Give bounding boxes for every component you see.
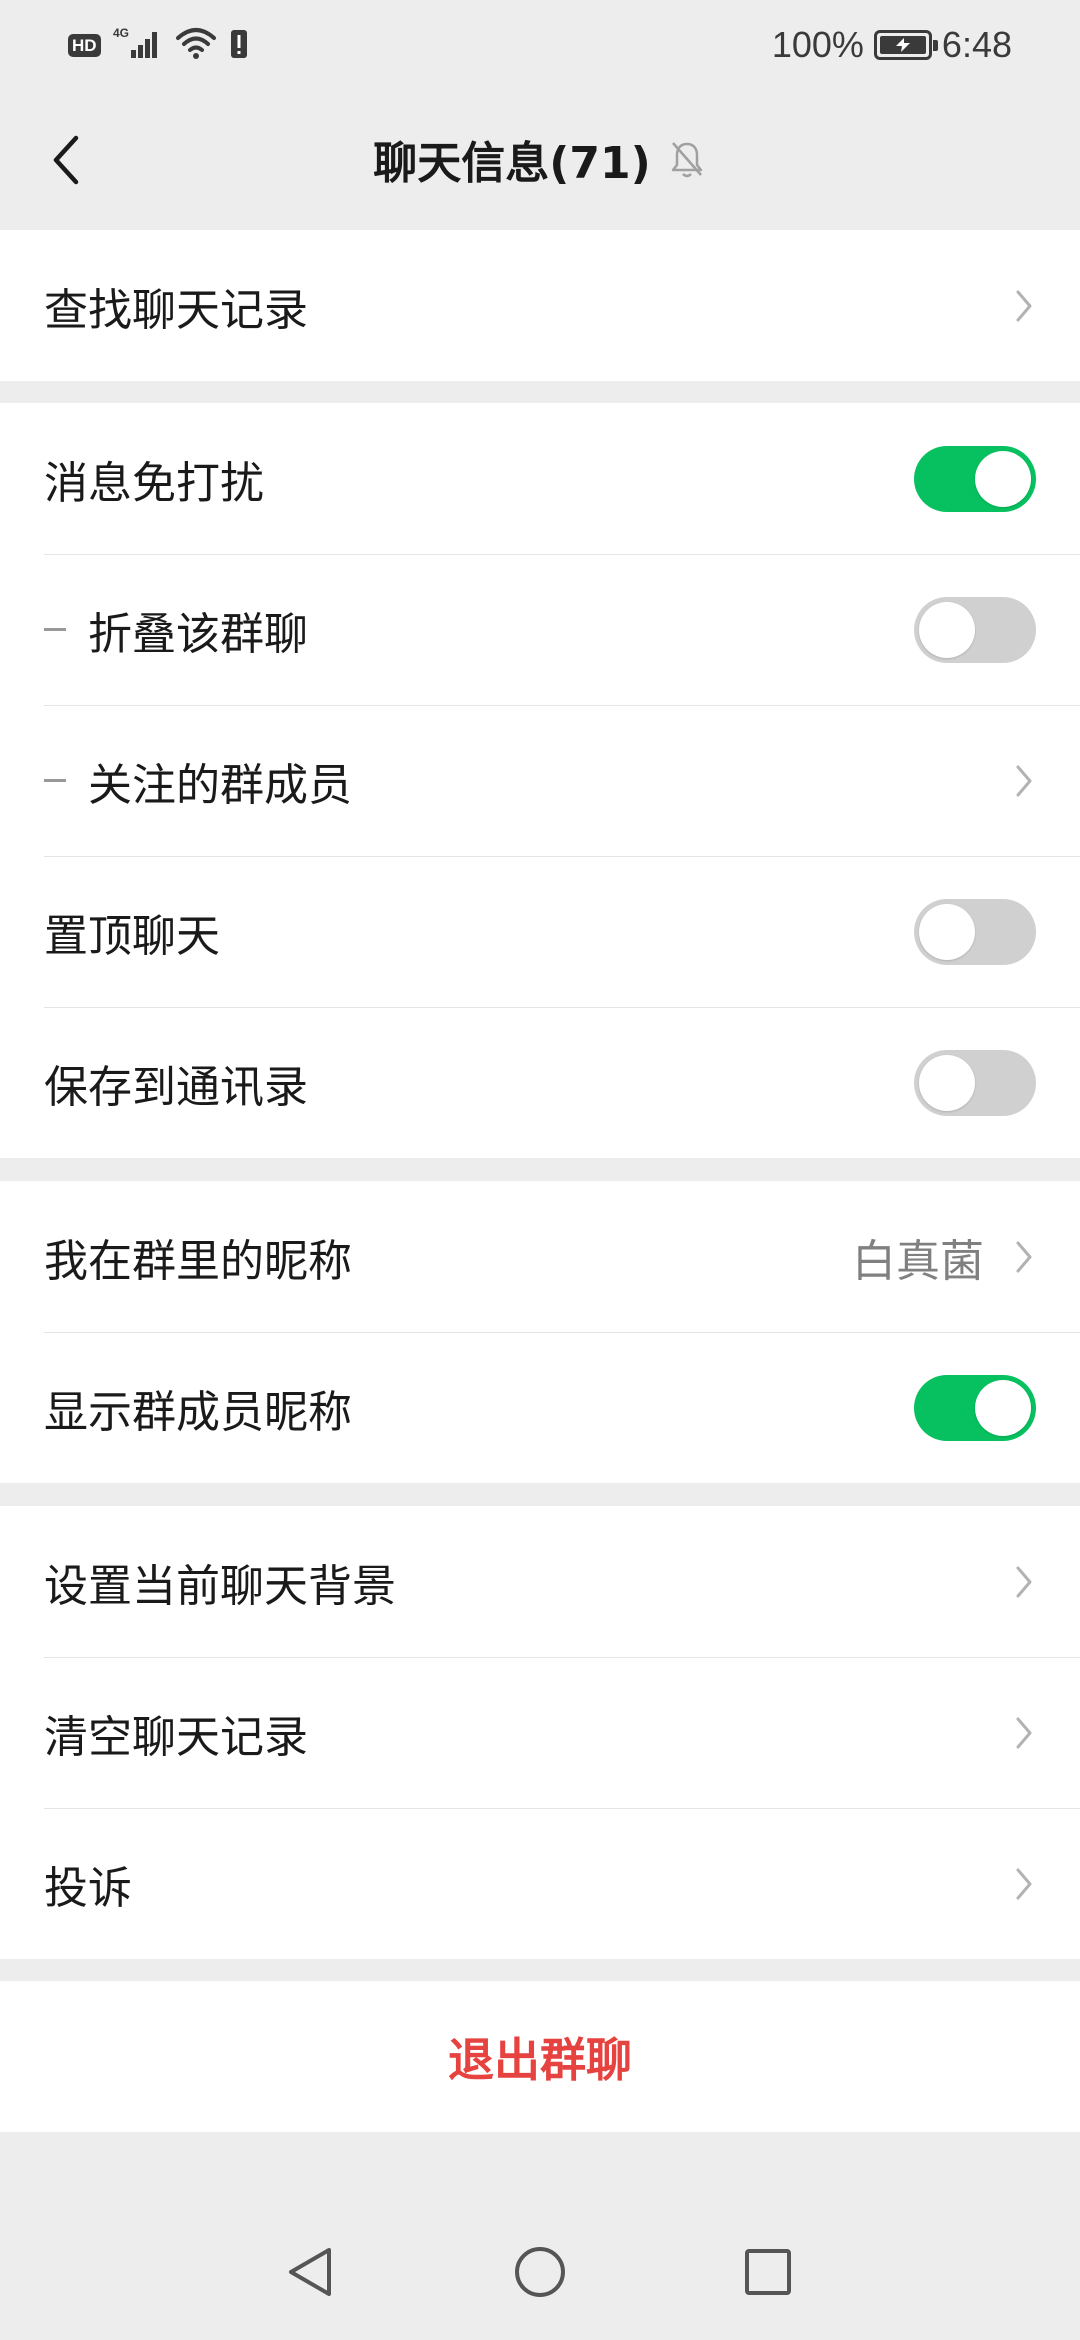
status-left: HD 4G bbox=[68, 24, 249, 66]
page-title: 聊天信息(71) bbox=[373, 138, 651, 189]
mute-messages-cell: 消息免打扰 bbox=[0, 403, 1080, 554]
show-member-nicknames-toggle[interactable] bbox=[914, 1374, 1036, 1441]
chevron-right-icon bbox=[1012, 1237, 1036, 1277]
my-nickname-value: 白真菌 bbox=[852, 1235, 984, 1287]
exit-group-button[interactable]: 退出群聊 bbox=[0, 1981, 1080, 2132]
nav-home-button[interactable] bbox=[500, 2232, 580, 2312]
fold-group-label: 折叠该群聊 bbox=[88, 608, 308, 660]
sub-item-dash bbox=[44, 779, 66, 782]
title-wrap: 聊天信息(71) bbox=[0, 124, 1080, 194]
chevron-right-icon bbox=[1012, 1713, 1036, 1753]
pin-chat-toggle[interactable] bbox=[914, 898, 1036, 965]
search-group: 查找聊天记录 bbox=[0, 230, 1080, 381]
nav-recents-icon bbox=[745, 2249, 791, 2295]
show-member-nicknames-label: 显示群成员昵称 bbox=[44, 1386, 352, 1438]
report-cell[interactable]: 投诉 bbox=[0, 1808, 1080, 1959]
followed-members-label: 关注的群成员 bbox=[88, 759, 352, 811]
chevron-right-icon bbox=[1012, 761, 1036, 801]
signal-icon: 4G bbox=[113, 26, 163, 64]
chevron-right-icon bbox=[1012, 1864, 1036, 1904]
my-nickname-label: 我在群里的昵称 bbox=[44, 1235, 352, 1287]
save-to-contacts-toggle[interactable] bbox=[914, 1049, 1036, 1116]
mute-messages-toggle[interactable] bbox=[914, 445, 1036, 512]
title-bar: 聊天信息(71) bbox=[0, 90, 1080, 230]
nav-back-button[interactable] bbox=[270, 2232, 350, 2312]
status-bar: HD 4G 100% 6:48 bbox=[0, 0, 1080, 90]
battery-percent: 100% bbox=[771, 24, 864, 65]
misc-group: 设置当前聊天背景 清空聊天记录 投诉 bbox=[0, 1506, 1080, 1959]
pin-chat-label: 置顶聊天 bbox=[44, 910, 220, 962]
sub-item-dash bbox=[44, 628, 66, 631]
nickname-group: 我在群里的昵称 白真菌 显示群成员昵称 bbox=[0, 1181, 1080, 1483]
chevron-right-icon bbox=[1012, 1562, 1036, 1602]
alert-icon bbox=[229, 26, 249, 64]
set-background-label: 设置当前聊天背景 bbox=[44, 1560, 396, 1612]
show-member-nicknames-cell: 显示群成员昵称 bbox=[0, 1332, 1080, 1483]
set-background-cell[interactable]: 设置当前聊天背景 bbox=[0, 1506, 1080, 1657]
chat-info-screen: HD 4G 100% 6:48 聊天信息(71) 查找聊天记录 消息免打扰 折叠… bbox=[0, 0, 1080, 2340]
fold-group-cell: 折叠该群聊 bbox=[0, 554, 1080, 705]
nav-back-icon bbox=[289, 2248, 331, 2296]
clock: 6:48 bbox=[941, 24, 1012, 65]
battery-charging-icon bbox=[873, 30, 938, 60]
exit-group: 退出群聊 bbox=[0, 1981, 1080, 2132]
fold-group-toggle[interactable] bbox=[914, 596, 1036, 663]
chevron-right-icon bbox=[1012, 286, 1036, 326]
report-label: 投诉 bbox=[44, 1862, 132, 1914]
network-type-text: 4G bbox=[113, 26, 129, 40]
clear-history-cell[interactable]: 清空聊天记录 bbox=[0, 1657, 1080, 1808]
clear-history-label: 清空聊天记录 bbox=[44, 1711, 308, 1763]
save-to-contacts-cell: 保存到通讯录 bbox=[0, 1007, 1080, 1158]
mute-messages-label: 消息免打扰 bbox=[44, 457, 264, 509]
status-right: 100% 6:48 bbox=[772, 24, 1012, 66]
wifi-icon bbox=[175, 26, 217, 64]
hd-badge: HD bbox=[68, 33, 101, 57]
exit-group-label: 退出群聊 bbox=[448, 2032, 632, 2087]
nav-recents-button[interactable] bbox=[728, 2232, 808, 2312]
my-nickname-cell[interactable]: 我在群里的昵称 白真菌 bbox=[0, 1181, 1080, 1332]
nav-home-icon bbox=[515, 2247, 565, 2297]
system-nav-bar bbox=[0, 2200, 1080, 2340]
pin-chat-cell: 置顶聊天 bbox=[0, 856, 1080, 1007]
find-chat-history-label: 查找聊天记录 bbox=[44, 284, 308, 336]
muted-bell-icon bbox=[667, 139, 707, 179]
save-to-contacts-label: 保存到通讯录 bbox=[44, 1061, 308, 1113]
followed-members-cell[interactable]: 关注的群成员 bbox=[0, 705, 1080, 856]
find-chat-history-cell[interactable]: 查找聊天记录 bbox=[0, 230, 1080, 381]
notification-settings-group: 消息免打扰 折叠该群聊 关注的群成员 置顶聊天 保存到通讯录 bbox=[0, 403, 1080, 1158]
